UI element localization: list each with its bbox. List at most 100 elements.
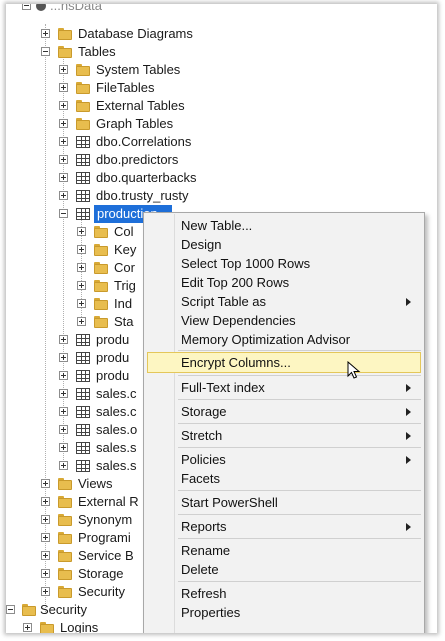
tree-node-table[interactable]: sales.c xyxy=(6,385,146,403)
tree-node-label: Security xyxy=(40,602,87,617)
tree-node-table[interactable]: produ xyxy=(6,331,146,349)
expand-icon[interactable] xyxy=(41,569,50,578)
expand-icon[interactable] xyxy=(41,551,50,560)
tree-node-graph-tables[interactable]: Graph Tables xyxy=(6,115,266,133)
expand-icon[interactable] xyxy=(59,353,68,362)
table-icon xyxy=(76,136,90,148)
expand-icon[interactable] xyxy=(41,479,50,488)
tree-node-label: Storage xyxy=(78,566,124,581)
expand-icon[interactable] xyxy=(41,497,50,506)
tree-node-system-tables[interactable]: System Tables xyxy=(6,61,266,79)
expand-icon[interactable] xyxy=(59,119,68,128)
menu-item-label: Delete xyxy=(181,562,219,577)
menu-item-facets[interactable]: Facets xyxy=(147,469,421,488)
expand-icon[interactable] xyxy=(77,299,86,308)
expand-icon[interactable] xyxy=(77,317,86,326)
menu-item-label: Facets xyxy=(181,471,221,486)
expand-icon[interactable] xyxy=(59,335,68,344)
submenu-arrow-icon xyxy=(406,432,411,440)
expand-icon[interactable] xyxy=(77,281,86,290)
collapse-icon[interactable] xyxy=(41,47,50,56)
tree-node-constraints[interactable]: Cor xyxy=(6,259,146,277)
tree-node-table[interactable]: produ xyxy=(6,367,146,385)
tree-node-table[interactable]: dbo.predictors xyxy=(6,151,266,169)
tree-node-keys[interactable]: Key xyxy=(6,241,146,259)
tree-node-views[interactable]: Views xyxy=(6,475,146,493)
tree-node-table[interactable]: sales.s xyxy=(6,457,146,475)
expand-icon[interactable] xyxy=(41,533,50,542)
tree-node-service-broker[interactable]: Service B xyxy=(6,547,146,565)
tree-node-database[interactable]: ...nsData xyxy=(6,4,206,15)
expand-icon[interactable] xyxy=(59,443,68,452)
tree-node-external-tables[interactable]: External Tables xyxy=(6,97,266,115)
expand-icon[interactable] xyxy=(59,371,68,380)
tree-node-storage[interactable]: Storage xyxy=(6,565,146,583)
menu-item-stretch[interactable]: Stretch xyxy=(147,426,421,445)
expand-icon[interactable] xyxy=(59,173,68,182)
menu-item-delete[interactable]: Delete xyxy=(147,560,421,579)
tree-node-table[interactable]: produ xyxy=(6,349,146,367)
menu-item-view-dependencies[interactable]: View Dependencies xyxy=(147,311,421,330)
expand-icon[interactable] xyxy=(77,263,86,272)
expand-icon[interactable] xyxy=(41,515,50,524)
expand-icon[interactable] xyxy=(59,425,68,434)
tree-node-table[interactable]: sales.c xyxy=(6,403,146,421)
tree-node-label: External R xyxy=(78,494,139,509)
collapse-icon[interactable] xyxy=(22,4,31,10)
menu-item-edit-top-rows[interactable]: Edit Top 200 Rows xyxy=(147,273,421,292)
expand-icon[interactable] xyxy=(59,137,68,146)
tree-node-programmability[interactable]: Programi xyxy=(6,529,146,547)
tree-node-logins[interactable]: Logins xyxy=(6,619,146,633)
expand-icon[interactable] xyxy=(41,29,50,38)
tree-node-filetables[interactable]: FileTables xyxy=(6,79,266,97)
expand-icon[interactable] xyxy=(59,65,68,74)
table-icon xyxy=(76,442,90,454)
expand-icon[interactable] xyxy=(77,227,86,236)
menu-item-encrypt-columns[interactable]: Encrypt Columns... xyxy=(147,352,421,373)
tree-node-table[interactable]: dbo.quarterbacks xyxy=(6,169,266,187)
tree-node-synonyms[interactable]: Synonym xyxy=(6,511,146,529)
expand-icon[interactable] xyxy=(59,83,68,92)
menu-item-memory-optimization-advisor[interactable]: Memory Optimization Advisor xyxy=(147,330,421,349)
menu-item-reports[interactable]: Reports xyxy=(147,517,421,536)
expand-icon[interactable] xyxy=(23,623,32,632)
menu-item-script-table-as[interactable]: Script Table as xyxy=(147,292,421,311)
folder-icon xyxy=(76,63,90,76)
collapse-icon[interactable] xyxy=(59,209,68,218)
tree-node-table[interactable]: sales.o xyxy=(6,421,146,439)
tree-node-table[interactable]: sales.s xyxy=(6,439,146,457)
expand-icon[interactable] xyxy=(59,407,68,416)
expand-icon[interactable] xyxy=(59,155,68,164)
tree-node-security[interactable]: Security xyxy=(6,601,146,619)
menu-item-policies[interactable]: Policies xyxy=(147,450,421,469)
tree-node-indexes[interactable]: Ind xyxy=(6,295,146,313)
tree-node-table[interactable]: dbo.Correlations xyxy=(6,133,266,151)
folder-icon xyxy=(58,495,72,508)
menu-item-refresh[interactable]: Refresh xyxy=(147,584,421,603)
tree-node-table[interactable]: dbo.trusty_rusty xyxy=(6,187,266,205)
tree-node-database-diagrams[interactable]: Database Diagrams xyxy=(6,25,266,43)
menu-item-design[interactable]: Design xyxy=(147,235,421,254)
menu-item-properties[interactable]: Properties xyxy=(147,603,421,622)
menu-item-rename[interactable]: Rename xyxy=(147,541,421,560)
tree-node-external-resources[interactable]: External R xyxy=(6,493,146,511)
collapse-icon[interactable] xyxy=(6,605,15,614)
expand-icon[interactable] xyxy=(59,101,68,110)
tree-node-triggers[interactable]: Trig xyxy=(6,277,146,295)
tree-node-statistics[interactable]: Sta xyxy=(6,313,146,331)
tree-node-tables[interactable]: Tables xyxy=(6,43,266,61)
tree-node-db-security[interactable]: Security xyxy=(6,583,146,601)
tree-node-columns[interactable]: Col xyxy=(6,223,146,241)
expand-icon[interactable] xyxy=(59,461,68,470)
menu-item-select-top-rows[interactable]: Select Top 1000 Rows xyxy=(147,254,421,273)
menu-separator xyxy=(178,490,421,491)
menu-item-start-powershell[interactable]: Start PowerShell xyxy=(147,493,421,512)
expand-icon[interactable] xyxy=(77,245,86,254)
menu-item-storage[interactable]: Storage xyxy=(147,402,421,421)
expand-icon[interactable] xyxy=(59,191,68,200)
menu-item-new-table[interactable]: New Table... xyxy=(147,216,421,235)
expand-icon[interactable] xyxy=(41,587,50,596)
menu-item-full-text-index[interactable]: Full-Text index xyxy=(147,378,421,397)
expand-icon[interactable] xyxy=(59,389,68,398)
menu-separator xyxy=(178,375,421,376)
